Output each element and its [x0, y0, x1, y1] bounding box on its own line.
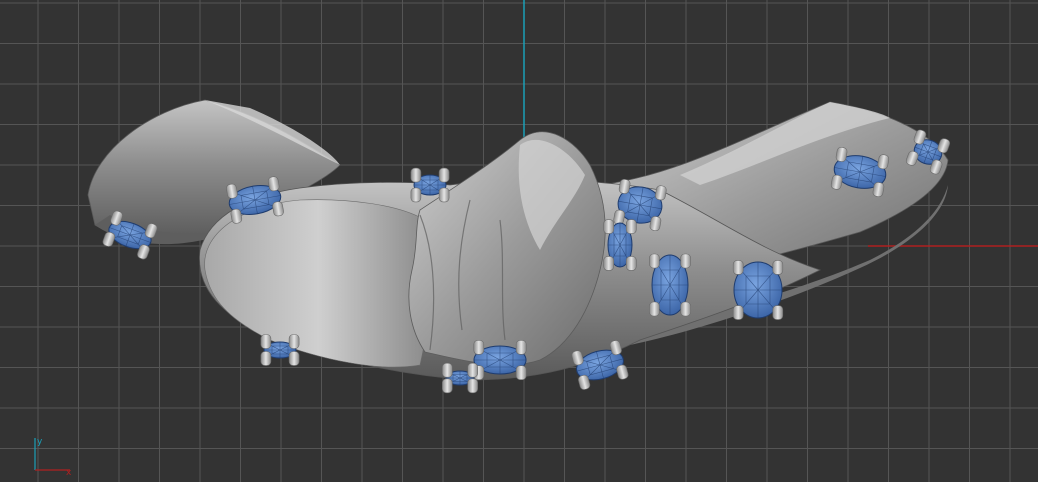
prong — [288, 334, 300, 349]
prong — [680, 253, 691, 269]
prong — [410, 187, 422, 203]
inner-shank-face — [204, 199, 433, 368]
prong — [732, 260, 744, 275]
prong — [438, 187, 450, 203]
prong — [732, 305, 744, 320]
gemstone-setting[interactable] — [473, 339, 527, 380]
prong — [649, 253, 660, 269]
gizmo-x-label: x — [66, 468, 72, 478]
prong — [772, 260, 784, 275]
prong — [772, 305, 784, 320]
3d-viewport[interactable]: y x — [0, 0, 1038, 482]
prong — [616, 364, 629, 380]
gemstone-setting[interactable] — [603, 219, 637, 271]
prong — [680, 301, 691, 317]
prong — [441, 362, 453, 378]
prong — [626, 219, 637, 234]
prong — [649, 301, 660, 317]
prong — [438, 167, 450, 183]
viewport-scene[interactable]: y x — [0, 0, 1038, 482]
prong — [467, 362, 478, 378]
prong — [288, 351, 300, 366]
prong — [515, 339, 527, 355]
prong — [603, 256, 615, 271]
prong — [603, 219, 615, 234]
prong — [473, 339, 485, 355]
prong — [441, 378, 453, 394]
prong — [515, 365, 527, 380]
prong — [626, 256, 637, 271]
prong — [260, 334, 272, 349]
ring-model[interactable] — [87, 99, 949, 381]
gizmo-y-label: y — [37, 437, 43, 447]
gemstone-setting[interactable] — [649, 253, 691, 317]
gemstone-setting[interactable] — [732, 260, 784, 320]
prong — [410, 167, 422, 183]
axis-gizmo: y x — [34, 437, 72, 478]
prong — [260, 351, 272, 366]
prong — [467, 378, 478, 394]
